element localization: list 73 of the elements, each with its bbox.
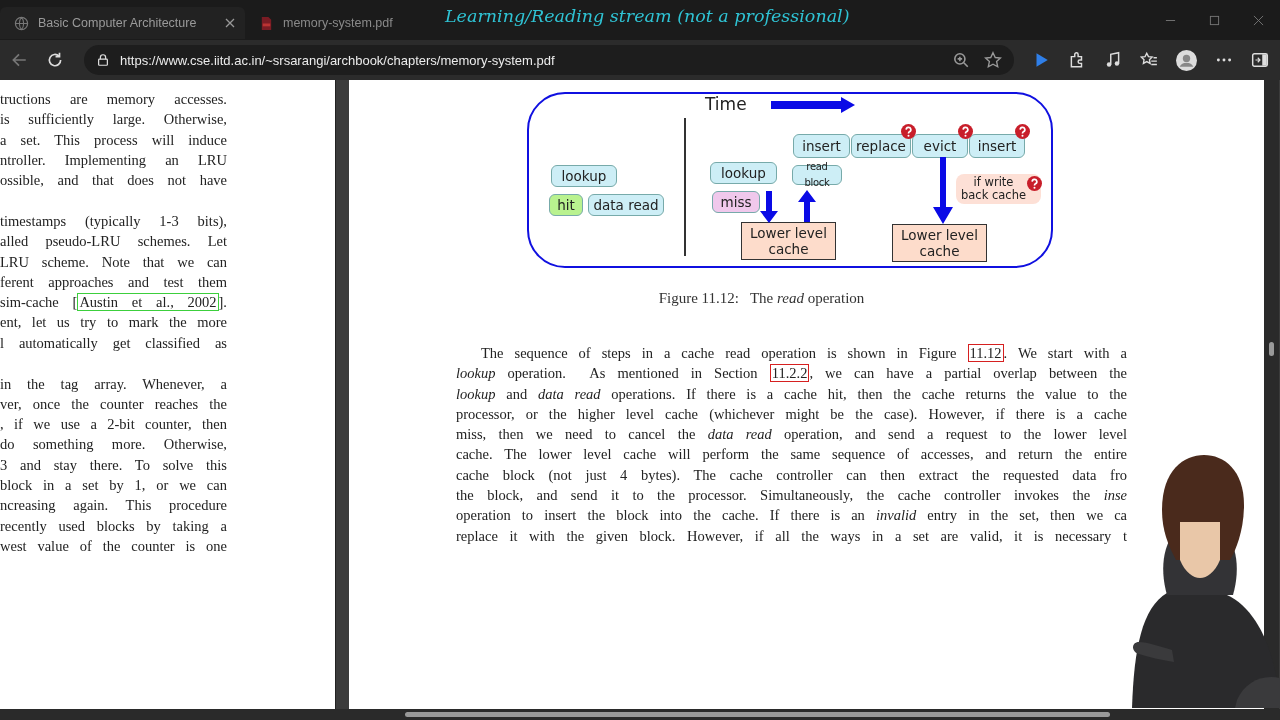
diagram-node: lookup [551,165,617,187]
pdf-file-icon [259,15,274,31]
address-bar[interactable]: https://www.cse.iitd.ac.in/~srsarangi/archbook/chapters/memory-system.pdf [84,45,1014,75]
body-text: ossible, and that does not have [0,172,227,189]
profile-avatar-icon[interactable] [1176,49,1197,71]
sidebar-icon[interactable] [1251,51,1269,69]
globe-icon [14,15,29,31]
scrollbar[interactable] [0,709,1280,720]
body-text: , we can have a partial overlap between the [809,365,1127,382]
body-text: The sequence of steps in a cache read operation is shown in Figure [481,345,958,361]
diagram-label: Time [705,94,747,114]
diagram-node: replace [851,134,911,158]
body-text: ver, once the counter reaches the [0,395,227,412]
diagram-node: lookup [710,162,777,184]
body-text: . We start with a [1003,345,1127,361]
body-text: operation to insert the block into the cache. If there is an invalid entry in the set, then we ca [456,507,1127,524]
down-arrow [760,191,778,223]
diagram-node: miss [712,191,760,213]
figure-caption: Figure 11.12: The read operation [657,290,866,307]
body-text: ent, let us try to mark the more [0,314,227,331]
body-text: sim-cache [ [0,294,78,311]
body-text: alled pseudo-LRU schemes. Let [0,233,227,250]
body-text: block in a set by 1, or we can [0,477,227,494]
scrollbar[interactable] [1264,80,1279,709]
diagram-node: insert [969,134,1025,158]
lock-icon [96,53,110,67]
refresh-icon[interactable] [46,51,64,69]
down-arrow [933,157,953,224]
maximize-icon[interactable] [1209,14,1220,26]
body-text: ]. [218,294,227,311]
body-text: ntroller. Implementing an LRU [0,151,227,168]
reference-link[interactable]: 11.12 [967,344,1004,362]
up-arrow [798,190,816,222]
diagram-node: Lower level cache [892,224,987,262]
citation-link[interactable]: Austin et al., 2002 [77,293,219,312]
diagram-node: evict [912,134,968,158]
body-text: do something more. Otherwise, [0,436,227,453]
body-text: cache block (not just 4 bytes). The cache controller can then extract the requested data fro [456,466,1127,483]
body-text: LRU scheme. Note that we can [0,253,227,270]
diagram-node: insert [793,134,850,158]
body-text: cache. The lower level cache will perform the same sequence of accesses, and return the entire [456,446,1127,463]
body-text: , if we use a 2-bit counter, then [0,416,227,433]
back-icon[interactable] [10,51,28,69]
body-text: a set. This process will induce [0,131,227,148]
body-text: timestamps (typically 1-3 bits), [0,213,227,229]
body-text: ncreasing again. This procedure [0,497,227,514]
browser-tab[interactable]: memory-system.pdf [245,7,435,39]
body-text: recently used blocks by taking a [0,517,227,534]
browser-tab[interactable]: Basic Computer Architecture [0,7,245,39]
body-text: processor, or the higher level cache (whichever might be the case). However, if there is a cache [456,405,1127,422]
music-note-icon[interactable] [1104,51,1122,69]
diagram-node: data read [588,194,664,216]
diagram-node: hit [549,194,583,216]
body-text: l automatically get classified as [0,334,227,351]
body-text: the block, and send it to the processor. Simultaneously, the cache controller invokes the inse [456,487,1127,504]
zoom-icon[interactable] [952,51,970,69]
close-icon[interactable] [1253,14,1264,26]
body-text: lookup and data read operations. If there is a cache hit, then the cache returns the value to the [456,385,1127,402]
diagram-node: if write back cache [956,174,1041,204]
close-icon[interactable] [225,18,235,28]
diagram-node: Lower level cache [741,222,836,260]
body-text: lookup operation. As mentioned in Section [456,365,759,382]
body-text: in the tag array. Whenever, a [0,375,227,392]
star-icon[interactable] [984,51,1002,69]
body-text: west value of the counter is one [0,537,227,554]
body-text: 3 and stay there. To solve this [0,456,227,473]
body-text: is sufficiently large. Otherwise, [0,111,227,128]
body-text: ferent approaches and test them [0,273,227,290]
body-text: replace it with the given block. However, if all the ways in a set are valid, it is necessary t [456,527,1127,544]
stream-title: Learning/Reading stream (not a professional) [445,6,850,26]
body-text: miss, then we need to cancel the data read operation, and send a request to the lower level [456,426,1127,443]
body-text: tructions are memory accesses. [0,91,227,107]
reference-link[interactable]: 11.2.2 [769,364,810,383]
